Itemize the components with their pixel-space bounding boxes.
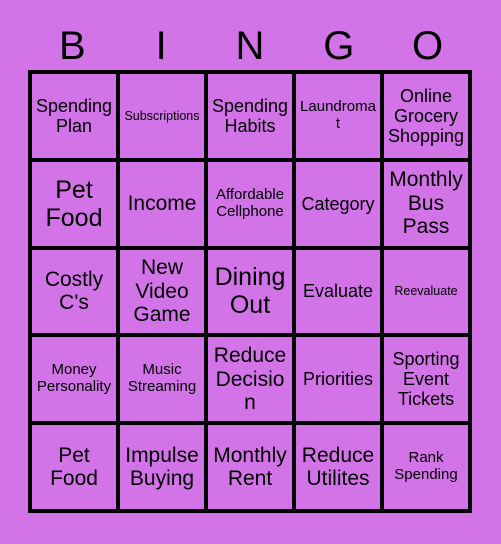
bingo-cell-label: Reduce Utilites	[301, 443, 375, 491]
bingo-cell-label: Rank Spending	[394, 449, 458, 484]
bingo-cell-label: Pet Food	[50, 443, 98, 491]
bingo-cell-label: Costly C's	[44, 267, 104, 315]
bingo-cell-b5[interactable]: Pet Food	[32, 425, 120, 513]
bingo-cell-label: Impulse Buying	[125, 443, 199, 491]
bingo-cell-label: Subscriptions	[124, 108, 200, 123]
bingo-cell-i2[interactable]: Income	[120, 161, 208, 250]
bingo-cell-label: Sporting Event Tickets	[392, 349, 460, 410]
bingo-header-row: B I N G O	[28, 22, 472, 70]
bingo-cell-o3[interactable]: Reevaluate	[384, 249, 472, 338]
bingo-cell-label: Online Grocery Shopping	[387, 85, 465, 146]
bingo-cell-g4[interactable]: Priorities	[296, 337, 384, 426]
bingo-header-letter-n: N	[235, 24, 265, 68]
bingo-cell-b1[interactable]: Spending Plan	[32, 74, 120, 162]
bingo-cell-n2[interactable]: Affordable Cellphone	[208, 161, 296, 250]
bingo-cell-label: Pet Food	[45, 175, 103, 232]
bingo-cell-g3[interactable]: Evaluate	[296, 249, 384, 338]
bingo-cell-label: Reduce Decision	[213, 344, 287, 415]
bingo-cell-label: Income	[127, 191, 197, 215]
bingo-cell-label: Spending Habits	[211, 95, 289, 136]
bingo-cell-label: Monthly Bus Pass	[389, 168, 463, 239]
bingo-cell-i4[interactable]: Music Streaming	[120, 337, 208, 426]
bingo-cell-label: Spending Plan	[35, 95, 113, 136]
bingo-cell-b4[interactable]: Money Personality	[32, 337, 120, 426]
bingo-header-letter-o: O	[412, 24, 444, 68]
bingo-cell-g2[interactable]: Category	[296, 161, 384, 250]
bingo-cell-o4[interactable]: Sporting Event Tickets	[384, 337, 472, 426]
bingo-grid: Spending Plan Subscriptions Spending Hab…	[28, 70, 472, 513]
bingo-cell-label: Affordable Cellphone	[215, 185, 285, 220]
bingo-cell-n5[interactable]: Monthly Rent	[208, 425, 296, 513]
bingo-cell-label: Evaluate	[302, 281, 374, 302]
bingo-cell-i3[interactable]: New Video Game	[120, 249, 208, 338]
bingo-cell-o1[interactable]: Online Grocery Shopping	[384, 74, 472, 162]
bingo-cell-n1[interactable]: Spending Habits	[208, 74, 296, 162]
bingo-cell-label: Category	[301, 193, 375, 214]
bingo-header-letter-g: G	[323, 24, 355, 68]
bingo-header-letter-i: I	[155, 24, 167, 68]
bingo-cell-label: Dining Out	[214, 263, 286, 320]
bingo-cell-o5[interactable]: Rank Spending	[384, 425, 472, 513]
bingo-card: B I N G O Spending Plan Subscriptions Sp…	[0, 0, 501, 544]
bingo-cell-label: Money Personality	[36, 361, 112, 396]
bingo-header-letter-b: B	[59, 24, 86, 68]
bingo-cell-label: New Video Game	[133, 256, 191, 327]
bingo-cell-label: Music Streaming	[127, 361, 197, 396]
bingo-cell-g5[interactable]: Reduce Utilites	[296, 425, 384, 513]
bingo-cell-n3[interactable]: Dining Out	[208, 249, 296, 338]
bingo-cell-label: Monthly Rent	[213, 443, 287, 491]
bingo-cell-g1[interactable]: Laundromat	[296, 74, 384, 162]
bingo-cell-b3[interactable]: Costly C's	[32, 249, 120, 338]
bingo-cell-label: Priorities	[302, 369, 373, 390]
bingo-cell-label: Laundromat	[300, 98, 376, 132]
bingo-cell-b2[interactable]: Pet Food	[32, 161, 120, 250]
bingo-cell-o2[interactable]: Monthly Bus Pass	[384, 161, 472, 250]
bingo-cell-i1[interactable]: Subscriptions	[120, 74, 208, 162]
bingo-cell-i5[interactable]: Impulse Buying	[120, 425, 208, 513]
bingo-cell-n4[interactable]: Reduce Decision	[208, 337, 296, 426]
bingo-cell-label: Reevaluate	[394, 284, 458, 299]
